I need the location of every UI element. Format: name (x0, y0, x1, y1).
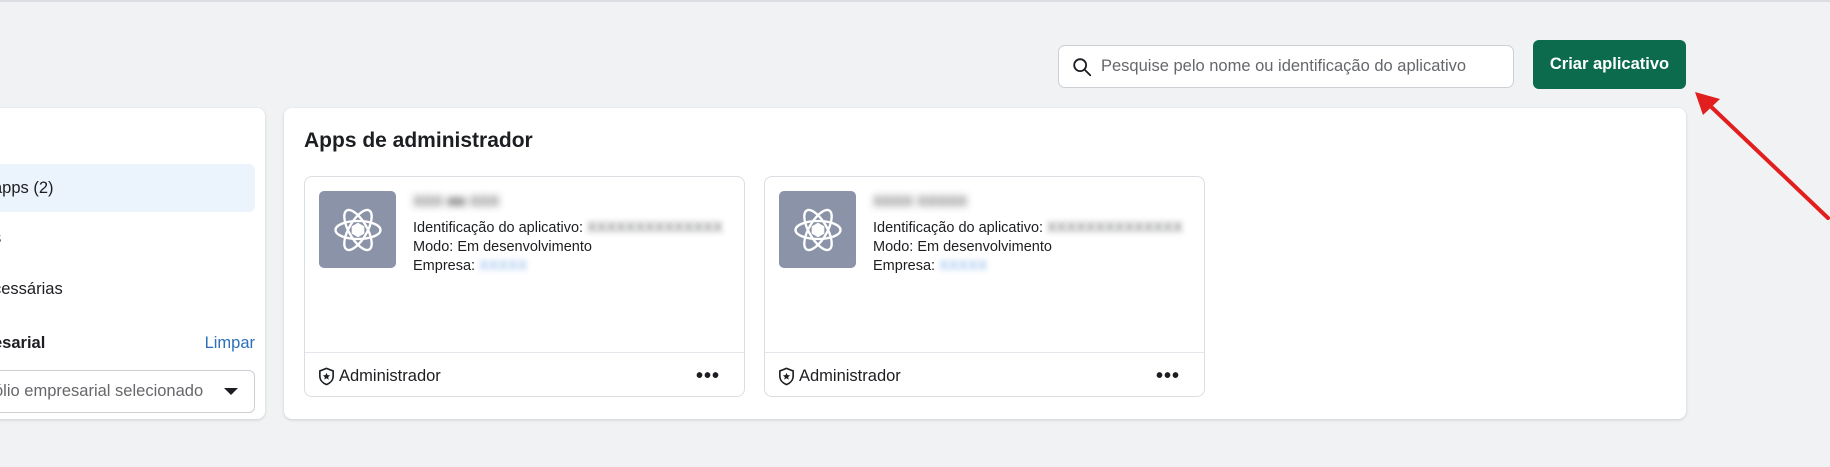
app-company-value[interactable]: XXXXX (939, 258, 987, 274)
app-company-line: Empresa: XXXXX (873, 258, 987, 274)
app-name[interactable]: XXX ■■ XXX (413, 193, 499, 210)
top-divider (0, 0, 1830, 2)
app-card[interactable]: XXX ■■ XXX Identificação do aplicativo: … (304, 176, 745, 397)
app-id-value: XXXXXXXXXXXXXX (587, 220, 723, 236)
atom-icon (333, 208, 382, 251)
app-icon (319, 191, 396, 268)
app-company-value[interactable]: XXXXX (479, 258, 527, 274)
card-divider (305, 352, 744, 353)
card-divider (765, 352, 1204, 353)
app-mode: Modo: Em desenvolvimento (873, 239, 1052, 255)
caret-down-icon (224, 388, 238, 395)
business-portfolio-select[interactable]: ólio empresarial selecionado (0, 370, 255, 413)
sidebar-item-3[interactable]: cessárias (0, 265, 255, 313)
role-label: Administrador (339, 366, 441, 385)
admin-apps-panel: Apps de administrador XXX ■■ XXX Identif… (284, 108, 1686, 419)
app-id-line: Identificação do aplicativo: XXXXXXXXXXX… (873, 220, 1183, 236)
more-options-icon[interactable]: ••• (1156, 366, 1180, 386)
app-search-box[interactable] (1058, 45, 1514, 88)
app-card[interactable]: XXXX XXXXX Identificação do aplicativo: … (764, 176, 1205, 397)
sidebar-item-label: s (0, 229, 1, 248)
sidebar-panel: apps (2) s cessárias esarial Limpar ólio… (0, 108, 265, 419)
app-id-label: Identificação do aplicativo: (873, 220, 1044, 236)
card-footer: Administrador ••• (777, 363, 1180, 389)
app-company-label: Empresa: (413, 258, 476, 274)
app-mode: Modo: Em desenvolvimento (413, 239, 592, 255)
sidebar-item-label: apps (2) (0, 178, 54, 197)
shield-star-icon (779, 367, 794, 385)
page-title: Apps de administrador (304, 129, 533, 152)
role-label: Administrador (799, 366, 901, 385)
annotation-arrow-icon (1695, 92, 1830, 220)
app-icon (779, 191, 856, 268)
atom-icon (793, 208, 842, 251)
app-id-label: Identificação do aplicativo: (413, 220, 584, 236)
app-role: Administrador (777, 367, 901, 386)
app-role: Administrador (317, 367, 441, 386)
app-company-label: Empresa: (873, 258, 936, 274)
sidebar-item-label: cessárias (0, 279, 63, 298)
sidebar-item-apps[interactable]: apps (2) (0, 164, 255, 212)
app-id-line: Identificação do aplicativo: XXXXXXXXXXX… (413, 220, 723, 236)
app-id-value: XXXXXXXXXXXXXX (1047, 220, 1183, 236)
business-portfolio-filter-header: esarial Limpar (0, 334, 255, 353)
app-company-line: Empresa: XXXXX (413, 258, 527, 274)
sidebar-item-2[interactable]: s (0, 214, 255, 262)
clear-filter-link[interactable]: Limpar (205, 334, 255, 353)
app-name[interactable]: XXXX XXXXX (873, 193, 967, 210)
card-footer: Administrador ••• (317, 363, 720, 389)
create-app-button[interactable]: Criar aplicativo (1533, 40, 1686, 89)
select-value: ólio empresarial selecionado (0, 382, 204, 400)
more-options-icon[interactable]: ••• (696, 366, 720, 386)
shield-star-icon (319, 367, 334, 385)
search-input[interactable] (1101, 57, 1501, 76)
filter-title: esarial (0, 334, 46, 352)
search-icon (1073, 57, 1092, 76)
